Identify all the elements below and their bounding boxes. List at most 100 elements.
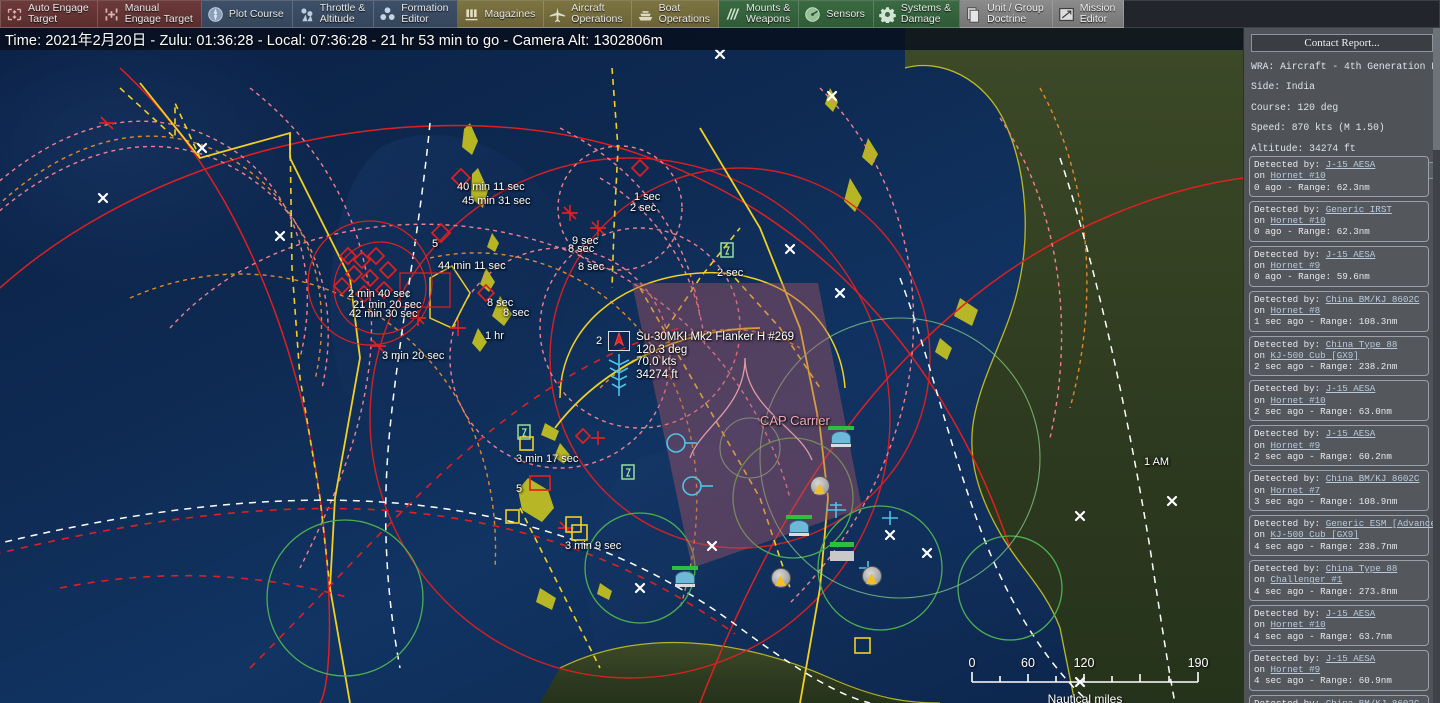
detection-time-range-line: 0 ago - Range: 62.3nm bbox=[1254, 181, 1370, 193]
detection-sensor-link[interactable]: J-15 AESA bbox=[1326, 159, 1376, 170]
detection-entry[interactable]: Detected by: J-15 AESA on Hornet #10 0 ago… bbox=[1249, 156, 1429, 197]
scale-caption: Nautical miles bbox=[1047, 692, 1123, 703]
detection-sensor-link[interactable]: J-15 AESA bbox=[1326, 608, 1376, 619]
unit-selection-box[interactable] bbox=[608, 331, 631, 351]
detection-sensor-link[interactable]: J-15 AESA bbox=[1326, 428, 1376, 439]
detection-entry[interactable]: Detected by: Generic IRST on Hornet #10 0 … bbox=[1249, 200, 1429, 242]
detection-target-link[interactable]: KJ-500 Cub [GX9] bbox=[1271, 350, 1359, 361]
detection-sensor-link[interactable]: Generic ESM [Advanced bbox=[1326, 518, 1434, 529]
detection-entry[interactable]: Detected by: China BM/KJ 8602Con Hornet … bbox=[1249, 694, 1429, 703]
detection-sensor-line: Detected by: J-15 AESA bbox=[1254, 159, 1376, 170]
unit-name-label: Su-30MKI Mk2 Flanker H #269 bbox=[636, 331, 794, 343]
scale-tick-label: 0 bbox=[968, 656, 976, 670]
toolbar-button-plot-course[interactable]: Plot Course bbox=[201, 0, 293, 28]
detection-sensor-line: Detected by: Generic ESM [Advanced bbox=[1254, 518, 1434, 529]
unit-info-rows: WRA: Aircraft - 4th Generation Fighter/S… bbox=[1251, 57, 1433, 160]
detection-target-line: on Challenger #1 bbox=[1254, 574, 1343, 586]
simulation-time-bar: Time: 2021年2月20日 - Zulu: 01:36:28 - Loca… bbox=[0, 28, 1243, 50]
toolbar-button-boat[interactable]: Boat Operations bbox=[631, 0, 720, 28]
toolbar-button-systems[interactable]: Systems & Damage bbox=[873, 0, 961, 28]
detection-target-line: on KJ-500 Cub [GX9] bbox=[1254, 349, 1359, 361]
detection-sensor-line: Detected by: J-15 AESA bbox=[1254, 652, 1376, 664]
unit-info-row: Side: India bbox=[1251, 81, 1315, 92]
toolbar-button-sensors[interactable]: Sensors bbox=[799, 0, 874, 28]
detection-sensor-link[interactable]: J-15 AESA bbox=[1326, 249, 1376, 260]
tactical-map[interactable]: CAP Carrier 40 min 11 sec 45 min 31 sec 1 … bbox=[0, 28, 1243, 703]
detection-entry[interactable]: Detected by: J-15 AESA on Hornet #9 0 ago … bbox=[1249, 245, 1429, 287]
toolbar-button-label: Mounts & Weapons bbox=[746, 2, 791, 25]
detection-target-link[interactable]: Hornet #8 bbox=[1271, 305, 1321, 316]
detection-sensor-line: Detected by: J-15 AESA bbox=[1254, 607, 1376, 619]
detection-target-link[interactable]: Hornet #7 bbox=[1271, 485, 1321, 496]
toolbar-button-label: Sensors bbox=[826, 7, 865, 20]
scale-tick-label: 120 bbox=[1073, 656, 1095, 670]
unit-info-row: WRA: Aircraft - 4th Generation Fighter/ bbox=[1251, 60, 1433, 72]
detection-sensor-link[interactable]: J-15 AESA bbox=[1326, 383, 1376, 394]
detection-sensor-link[interactable]: J-15 AESA bbox=[1326, 653, 1376, 664]
detection-target-link[interactable]: Hornet #10 bbox=[1271, 395, 1326, 406]
detection-target-link[interactable]: Hornet #10 bbox=[1271, 170, 1326, 181]
detection-target-link[interactable]: Hornet #9 bbox=[1271, 260, 1321, 271]
detection-time-range-line: 3 sec ago - Range: 108.9nm bbox=[1254, 495, 1398, 507]
selected-unit-callout[interactable]: 2 Su-30MKI Mk2 Flanker H #269 120.3 deg … bbox=[596, 331, 794, 398]
detection-target-line: on Hornet #10 bbox=[1254, 170, 1326, 182]
toolbar-button-label: Throttle & Altitude bbox=[319, 2, 366, 25]
toolbar-button-mission[interactable]: Mission Editor bbox=[1052, 0, 1125, 28]
detection-target-line: on Hornet #9 bbox=[1254, 439, 1321, 451]
toolbar-button-mounts[interactable]: Mounts & Weapons bbox=[719, 0, 800, 28]
toolbar-button-manual[interactable]: Manual Engage Target bbox=[97, 0, 202, 28]
detection-entry[interactable]: Detected by: J-15 AESA on Hornet #9 2 sec … bbox=[1249, 425, 1429, 467]
detection-sensor-link[interactable]: China Type 88 bbox=[1326, 563, 1398, 574]
toolbar-button-unit-group[interactable]: Unit / Group Doctrine bbox=[960, 0, 1053, 28]
detection-sensor-line: Detected by: Generic IRST bbox=[1254, 203, 1392, 215]
compass-icon bbox=[207, 6, 224, 23]
unit-speed-label: 70.0 kts bbox=[636, 356, 677, 368]
detection-sensor-line: Detected by: J-15 AESA bbox=[1254, 383, 1376, 395]
detection-entry[interactable]: Detected by: J-15 AESA on Hornet #10 2 sec… bbox=[1249, 380, 1429, 422]
toolbar-button-auto-engage[interactable]: Auto Engage Target bbox=[0, 0, 98, 28]
toolbar-button-label: Plot Course bbox=[228, 7, 284, 20]
detection-target-line: on Hornet #9 bbox=[1254, 260, 1321, 272]
detection-sensor-link[interactable]: Generic IRST bbox=[1326, 204, 1392, 215]
toolbar-button-formation[interactable]: Formation Editor bbox=[374, 0, 458, 28]
detection-sensor-link[interactable]: China BM/KJ 8602C bbox=[1326, 294, 1420, 305]
detection-entry[interactable]: Detected by: Generic ESM [Advanced on KJ-… bbox=[1249, 515, 1434, 557]
toolbar-button-label: Magazines bbox=[484, 7, 536, 20]
detection-target-link[interactable]: Hornet #9 bbox=[1271, 440, 1321, 451]
toolbar-button-throttle[interactable]: Throttle & Altitude bbox=[292, 0, 375, 28]
detection-target-link[interactable]: Hornet #10 bbox=[1271, 619, 1326, 630]
toolbar-button-label: Auto Engage Target bbox=[28, 2, 89, 25]
detection-target-link[interactable]: KJ-500 Cub [GX9] bbox=[1271, 529, 1359, 540]
magazine-icon bbox=[463, 6, 480, 23]
detection-target-link[interactable]: Hornet #9 bbox=[1271, 664, 1321, 675]
detection-target-line: on KJ-500 Cub [GX9] bbox=[1254, 529, 1359, 541]
scale-tick-labels: 0 60 120 190 bbox=[960, 656, 1210, 670]
detection-entry[interactable]: Detected by: China BM/KJ 8602Con Hornet … bbox=[1249, 290, 1429, 332]
detection-entry[interactable]: Detected by: J-15 AESA on Hornet #10 4 sec… bbox=[1249, 604, 1429, 646]
toolbar-button-label: Systems & Damage bbox=[900, 2, 952, 25]
detection-entry[interactable]: Detected by: China Type 88 on KJ-500 Cub … bbox=[1249, 335, 1429, 377]
main-toolbar: Auto Engage Target Manual Engage Target Plot… bbox=[0, 0, 1440, 28]
weapons-icon bbox=[724, 6, 741, 23]
detection-target-link[interactable]: Hornet #10 bbox=[1271, 215, 1326, 226]
toolbar-button-magazines[interactable]: Magazines bbox=[457, 0, 545, 28]
detection-sensor-line: Detected by: J-15 AESA bbox=[1254, 428, 1376, 440]
detection-target-link[interactable]: Challenger #1 bbox=[1271, 574, 1343, 585]
toolbar-button-label: Unit / Group Doctrine bbox=[987, 2, 1044, 25]
contact-report-button[interactable]: Contact Report... bbox=[1251, 33, 1433, 52]
sidebar-scrollbar[interactable] bbox=[1433, 0, 1440, 703]
document-icon bbox=[965, 6, 982, 23]
detection-sensor-link[interactable]: China Type 88 bbox=[1326, 339, 1398, 350]
crosshair-manual-icon bbox=[103, 6, 120, 23]
toolbar-button-aircraft[interactable]: Aircraft Operations bbox=[544, 0, 632, 28]
detection-entry[interactable]: Detected by: China Type 88 on Challenger … bbox=[1249, 560, 1429, 601]
toolbar-button-label: Aircraft Operations bbox=[571, 2, 623, 25]
aircraft-icon bbox=[549, 6, 566, 23]
detection-entry[interactable]: Detected by: China BM/KJ 8602Con Hornet … bbox=[1249, 470, 1429, 512]
detections-list[interactable]: Detected by: J-15 AESA on Hornet #10 0 ago… bbox=[1244, 156, 1434, 703]
detection-sensor-link[interactable]: China BM/KJ 8602C bbox=[1326, 698, 1420, 703]
detection-entry[interactable]: Detected by: J-15 AESA on Hornet #9 4 sec … bbox=[1249, 649, 1429, 691]
detection-time-range-line: 0 ago - Range: 59.6nm bbox=[1254, 271, 1370, 283]
detection-target-line: on Hornet #10 bbox=[1254, 394, 1326, 406]
detection-sensor-link[interactable]: China BM/KJ 8602C bbox=[1326, 473, 1420, 484]
